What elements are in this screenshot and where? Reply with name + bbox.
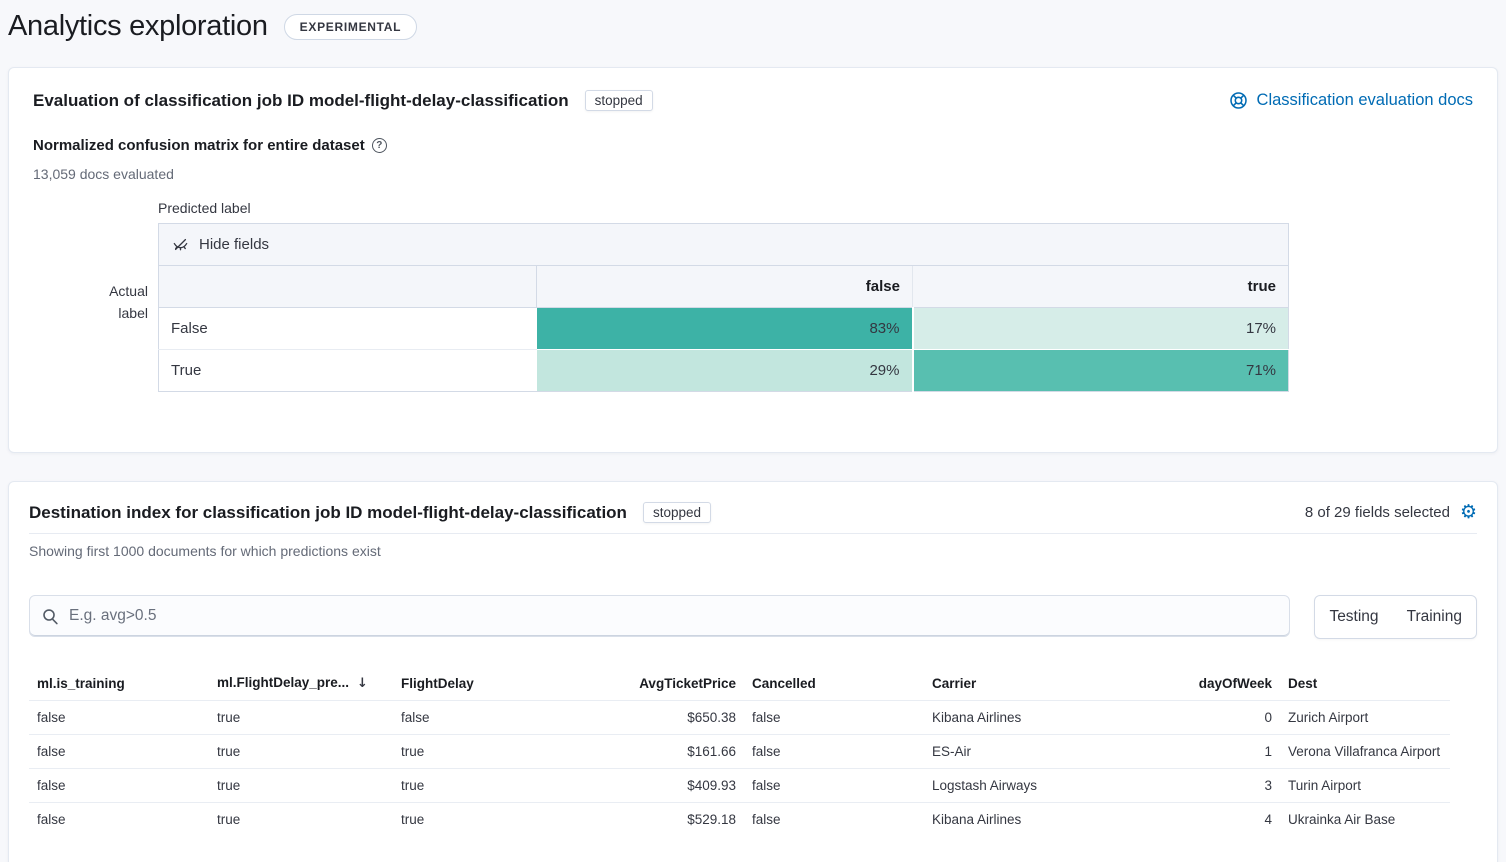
table-cell: false [29,701,209,735]
sort-desc-icon: ↓ [357,676,368,691]
table-cell: true [209,769,393,803]
matrix-row: True29%71% [159,350,1289,392]
help-icon [1229,91,1248,110]
confusion-matrix-heading: Normalized confusion matrix for entire d… [33,137,365,154]
table-cell: false [393,701,563,735]
matrix-cell: 83% [537,308,913,350]
destination-index-panel: Destination index for classification job… [8,481,1498,862]
table-cell: false [29,803,209,837]
table-cell: true [209,701,393,735]
testing-button[interactable]: Testing [1315,596,1392,638]
destination-status-badge: stopped [643,502,711,523]
matrix-row-label: True [159,350,537,392]
table-cell: true [393,769,563,803]
fields-selected-count: 8 of 29 fields selected [1305,504,1450,521]
table-cell: false [29,735,209,769]
column-header[interactable]: ml.FlightDelay_pre...↓ [209,671,393,701]
table-cell: ES-Air [924,735,1114,769]
results-header-row: ml.is_trainingml.FlightDelay_pre...↓Flig… [29,671,1450,701]
search-input[interactable] [69,607,1277,625]
page-header: Analytics exploration EXPERIMENTAL [8,10,1498,43]
table-cell: true [209,735,393,769]
column-header[interactable]: Dest [1280,671,1450,701]
table-cell: $161.66 [563,735,744,769]
column-header[interactable]: FlightDelay [393,671,563,701]
hide-fields-row: Hide fields [159,224,1289,266]
column-header[interactable]: Cancelled [744,671,924,701]
actual-label: Actual label [33,200,158,392]
page-title: Analytics exploration [8,10,268,43]
training-button[interactable]: Training [1393,596,1476,638]
table-cell: Ukrainka Air Base [1280,803,1450,837]
column-header[interactable]: dayOfWeek [1114,671,1280,701]
analytics-exploration-page: Analytics exploration EXPERIMENTAL Evalu… [0,0,1506,862]
table-cell: true [209,803,393,837]
table-cell: true [393,803,563,837]
hide-fields-label: Hide fields [199,236,269,253]
matrix-col-false: false [537,266,913,308]
table-cell: false [744,769,924,803]
search-icon [42,608,59,625]
destination-subtitle: Showing first 1000 documents for which p… [29,543,1477,559]
table-cell: 1 [1114,735,1280,769]
table-cell: false [29,769,209,803]
confusion-matrix-zone: Actual label Predicted label [33,200,1473,392]
table-row: falsetruetrue$161.66falseES-Air1Verona V… [29,735,1450,769]
evaluation-panel: Evaluation of classification job ID mode… [8,67,1498,453]
table-cell: Kibana Airlines [924,803,1114,837]
matrix-header-row: false true [159,266,1289,308]
predicted-label: Predicted label [158,200,1288,216]
hide-fields-button[interactable]: Hide fields [159,224,1289,266]
matrix-cell: 71% [913,350,1289,392]
job-status-badge: stopped [585,90,653,111]
question-circle-icon[interactable]: ? [372,138,387,153]
matrix-row: False83%17% [159,308,1289,350]
matrix-col-true: true [913,266,1289,308]
training-filter-group: Testing Training [1314,595,1477,639]
gear-icon[interactable]: ⚙ [1460,503,1477,522]
eye-closed-icon [172,236,189,253]
table-cell: $529.18 [563,803,744,837]
experimental-badge: EXPERIMENTAL [284,14,418,40]
table-cell: 4 [1114,803,1280,837]
table-cell: $409.93 [563,769,744,803]
table-cell: Turin Airport [1280,769,1450,803]
table-row: falsetruetrue$409.93falseLogstash Airway… [29,769,1450,803]
table-cell: false [744,701,924,735]
table-cell: Verona Villafranca Airport [1280,735,1450,769]
table-cell: Kibana Airlines [924,701,1114,735]
column-header[interactable]: Carrier [924,671,1114,701]
column-header[interactable]: AvgTicketPrice [563,671,744,701]
confusion-matrix-table: Hide fields false true False83%17%True29… [158,223,1289,392]
query-bar [29,595,1290,637]
table-cell: $650.38 [563,701,744,735]
table-cell: Logstash Airways [924,769,1114,803]
table-cell: true [393,735,563,769]
table-cell: false [744,735,924,769]
evaluation-panel-title: Evaluation of classification job ID mode… [33,91,569,111]
table-cell: 0 [1114,701,1280,735]
matrix-corner-cell [159,266,537,308]
docs-link-label: Classification evaluation docs [1257,91,1473,110]
table-row: falsetruetrue$529.18falseKibana Airlines… [29,803,1450,837]
matrix-cell: 29% [537,350,913,392]
header-divider [29,533,1477,534]
classification-evaluation-docs-link[interactable]: Classification evaluation docs [1229,91,1473,110]
results-table: ml.is_trainingml.FlightDelay_pre...↓Flig… [29,671,1450,836]
table-cell: false [744,803,924,837]
table-cell: 3 [1114,769,1280,803]
matrix-cell: 17% [913,308,1289,350]
table-row: falsetruefalse$650.38falseKibana Airline… [29,701,1450,735]
destination-panel-title: Destination index for classification job… [29,503,627,523]
docs-evaluated-count: 13,059 docs evaluated [33,166,1473,182]
table-cell: Zurich Airport [1280,701,1450,735]
column-header[interactable]: ml.is_training [29,671,209,701]
matrix-row-label: False [159,308,537,350]
